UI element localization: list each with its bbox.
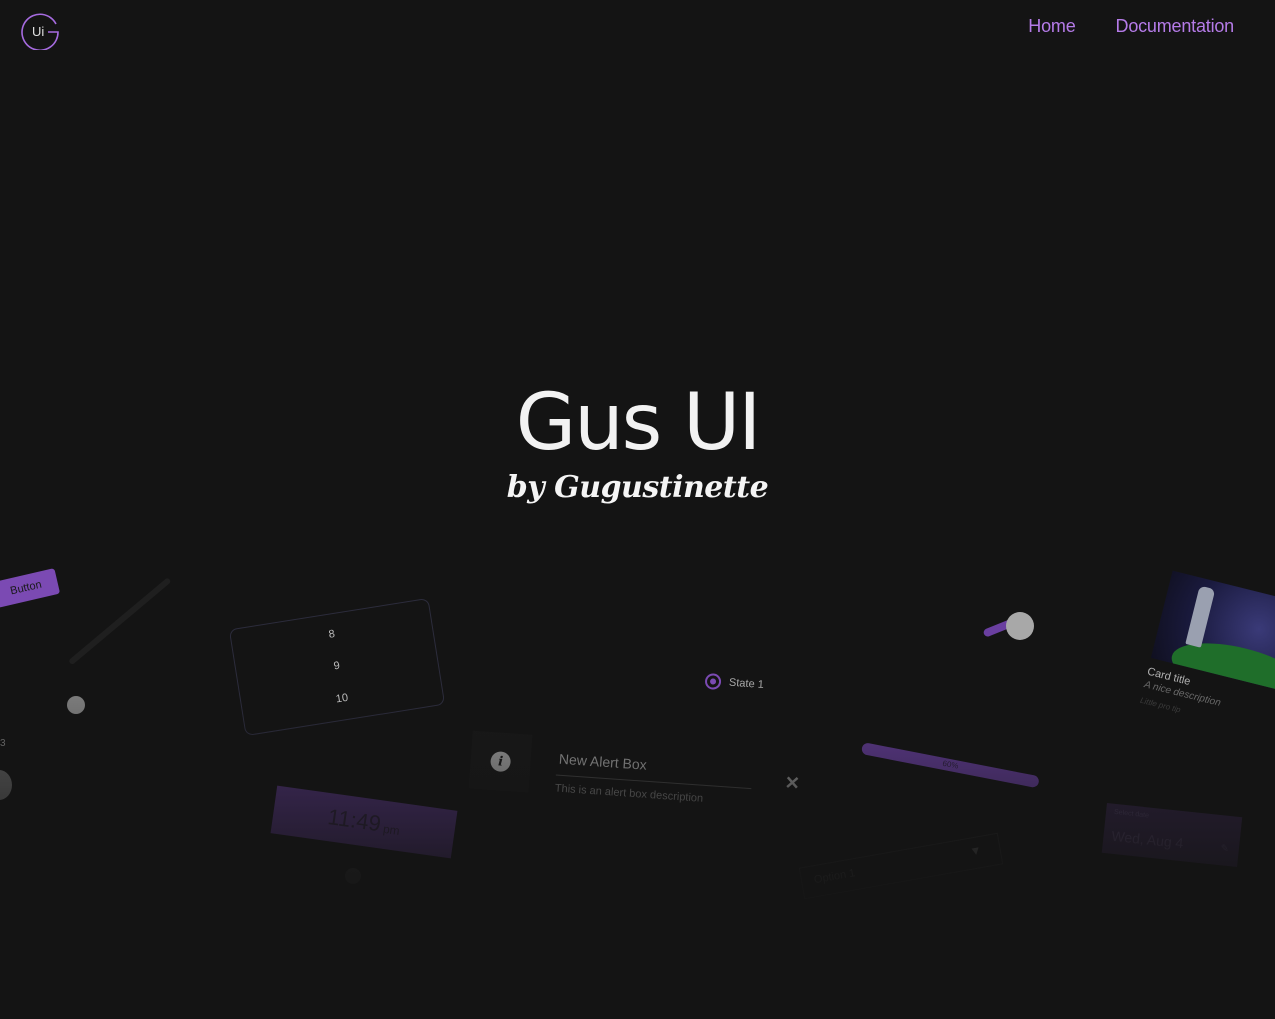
card-image-figure — [1185, 585, 1216, 648]
select-value: Option 1 — [813, 867, 857, 887]
time-value: 11:49 — [326, 804, 383, 837]
demo-select[interactable]: Option 1 ▼ — [798, 832, 1004, 900]
info-icon: i — [489, 750, 512, 773]
side-knob[interactable] — [0, 770, 12, 800]
alert-icon-box: i — [468, 730, 533, 793]
radio-label: State 1 — [728, 676, 765, 692]
demo-button[interactable]: Button — [0, 568, 61, 608]
demo-date-field[interactable]: Select date Wed, Aug 4 ✎ — [1101, 803, 1243, 867]
demo-slider-track[interactable] — [68, 577, 172, 666]
demo-number-picker[interactable]: 8 9 10 — [228, 597, 446, 737]
small-knob[interactable] — [345, 868, 361, 884]
alert-title: New Alert Box — [558, 750, 648, 773]
picker-option[interactable]: 10 — [242, 677, 441, 720]
alert-description: This is an alert box description — [554, 782, 704, 805]
close-icon[interactable]: ✕ — [784, 772, 800, 794]
demo-radio[interactable]: State 1 — [704, 672, 765, 693]
date-label: Select date — [1113, 808, 1150, 820]
side-number: 3 — [0, 738, 6, 749]
radio-dot[interactable] — [704, 672, 722, 691]
demo-toggle-slider[interactable] — [982, 612, 1034, 640]
date-value: Wed, Aug 4 — [1110, 827, 1185, 852]
time-suffix: pm — [382, 821, 401, 838]
chevron-down-icon: ▼ — [968, 842, 983, 859]
toggle-slider-thumb[interactable] — [1006, 612, 1034, 640]
demo-card[interactable]: Card title A nice description Little pro… — [1132, 570, 1275, 770]
component-showcase: Button 8 9 10 State 1 Card title A nice … — [0, 0, 1275, 1019]
edit-icon[interactable]: ✎ — [1220, 843, 1229, 855]
demo-time-display[interactable]: 11:49 pm — [270, 785, 458, 859]
demo-alert-box: i New Alert Box This is an alert box des… — [468, 730, 802, 820]
demo-progress-bar: 60% — [860, 742, 1040, 789]
demo-slider-thumb[interactable] — [67, 696, 85, 714]
picker-option[interactable]: 9 — [237, 644, 436, 687]
